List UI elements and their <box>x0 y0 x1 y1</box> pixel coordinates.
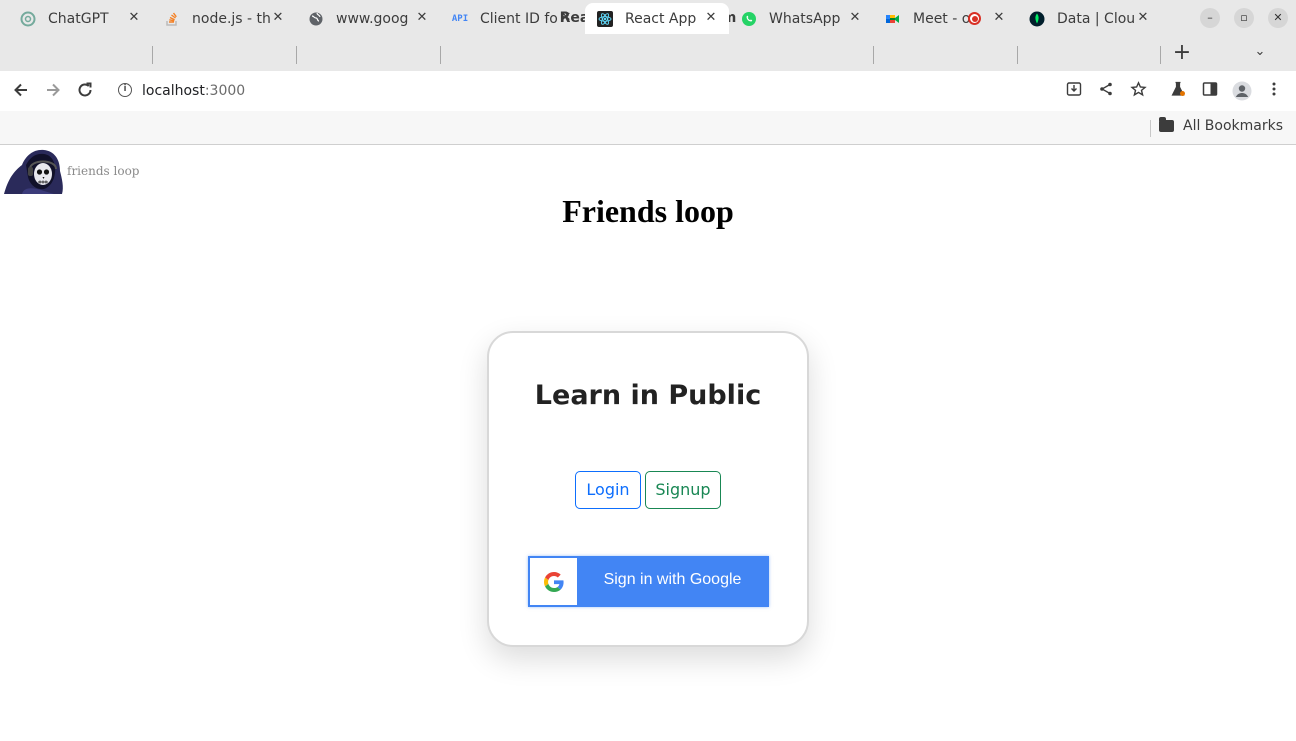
tab-label: www.goog <box>336 10 409 27</box>
tab-nodejs[interactable]: node.js - th ✕ <box>152 3 296 34</box>
tab-search-chevron-icon[interactable]: ⌄ <box>1250 44 1270 64</box>
tab-client-id[interactable]: API Client ID fo ✕ <box>440 3 584 34</box>
tab-label: WhatsApp <box>769 10 841 27</box>
close-window-button[interactable]: ✕ <box>1268 8 1288 28</box>
tab-close-icon[interactable]: ✕ <box>991 10 1007 26</box>
new-tab-button[interactable]: + <box>1170 42 1194 65</box>
google-sign-in-button[interactable]: Sign in with Google <box>528 556 769 607</box>
tab-label: React App <box>625 10 697 27</box>
site-info-icon[interactable]: i <box>118 83 132 97</box>
google-meet-icon <box>885 11 901 27</box>
tab-label: Data | Clou <box>1057 10 1136 27</box>
brand-logo[interactable]: friends loop <box>2 147 139 194</box>
profile-avatar-icon[interactable] <box>1232 81 1252 101</box>
tab-react-app[interactable]: React App ✕ <box>585 3 729 34</box>
google-sign-in-label: Sign in with Google <box>603 571 742 588</box>
tab-close-icon[interactable]: ✕ <box>270 10 286 26</box>
folder-icon <box>1159 117 1174 132</box>
tab-strip <box>0 37 1296 71</box>
side-panel-icon[interactable] <box>1200 81 1220 101</box>
install-app-icon[interactable] <box>1064 81 1084 101</box>
recording-indicator-icon <box>968 12 981 25</box>
tab-close-icon[interactable]: ✕ <box>703 10 719 26</box>
back-arrow-icon <box>14 83 27 97</box>
tab-close-icon[interactable]: ✕ <box>847 10 863 26</box>
menu-kebab-icon[interactable] <box>1264 81 1284 101</box>
api-icon: API <box>451 13 469 24</box>
tab-label: Client ID fo <box>480 10 558 27</box>
forward-button[interactable] <box>42 81 64 103</box>
tab-divider <box>873 46 874 64</box>
tab-close-icon[interactable]: ✕ <box>414 10 430 26</box>
reload-button[interactable] <box>74 81 96 103</box>
all-bookmarks-button[interactable]: All Bookmarks <box>1159 117 1284 134</box>
tab-google[interactable]: www.goog ✕ <box>296 3 440 34</box>
tab-divider <box>296 46 297 64</box>
tab-label: Meet - o <box>913 10 969 27</box>
back-button[interactable] <box>10 81 32 103</box>
login-button[interactable]: Login <box>575 471 641 509</box>
whatsapp-icon <box>741 11 757 27</box>
hooded-skull-logo-icon <box>4 149 63 194</box>
tab-close-icon[interactable]: ✕ <box>558 10 574 26</box>
tab-divider <box>152 46 153 64</box>
forward-arrow-icon <box>47 83 60 97</box>
tab-label: ChatGPT <box>48 10 109 27</box>
page-content: friends loop Friends loop Learn in Publi… <box>0 146 1296 741</box>
auth-card: Learn in Public Login Signup Sign in wit… <box>487 331 809 647</box>
tab-mongodb[interactable]: Data | Clou ✕ <box>1017 3 1161 34</box>
react-icon <box>597 10 613 27</box>
url-host: localhost <box>142 83 205 99</box>
url-text: localhost:3000 <box>142 83 245 99</box>
tab-divider <box>440 46 441 64</box>
maximize-button[interactable]: ▫ <box>1234 8 1254 28</box>
browser-toolbar: i localhost:3000 <box>0 71 1296 111</box>
tab-divider <box>1160 46 1161 64</box>
url-port: :3000 <box>204 83 246 99</box>
tab-close-icon[interactable]: ✕ <box>1135 10 1151 26</box>
tab-meet[interactable]: Meet - o ✕ <box>873 3 1017 34</box>
reload-icon <box>78 82 92 97</box>
globe-icon <box>308 11 324 27</box>
page-title: Friends loop <box>562 193 734 229</box>
brand-text: friends loop <box>67 164 140 178</box>
all-bookmarks-label: All Bookmarks <box>1183 118 1284 134</box>
signup-button[interactable]: Signup <box>645 471 721 509</box>
share-icon[interactable] <box>1096 81 1116 101</box>
bookmark-star-icon[interactable] <box>1128 81 1148 101</box>
tab-close-icon[interactable]: ✕ <box>126 10 142 26</box>
labs-flask-icon[interactable] <box>1168 81 1188 101</box>
google-g-icon <box>530 558 577 605</box>
mongodb-icon <box>1029 11 1045 27</box>
stackoverflow-icon <box>164 11 180 27</box>
bookmarks-divider <box>1150 120 1151 137</box>
tab-label: node.js - th <box>192 10 271 27</box>
chatgpt-icon <box>20 11 36 27</box>
tab-divider <box>1017 46 1018 64</box>
bookmarks-bar: All Bookmarks <box>0 111 1296 145</box>
minimize-button[interactable]: – <box>1200 8 1220 28</box>
address-bar[interactable]: i localhost:3000 <box>108 77 1158 105</box>
tab-chatgpt[interactable]: ChatGPT ✕ <box>8 3 152 34</box>
tab-whatsapp[interactable]: WhatsApp ✕ <box>729 3 873 34</box>
card-title: Learn in Public <box>534 380 762 411</box>
